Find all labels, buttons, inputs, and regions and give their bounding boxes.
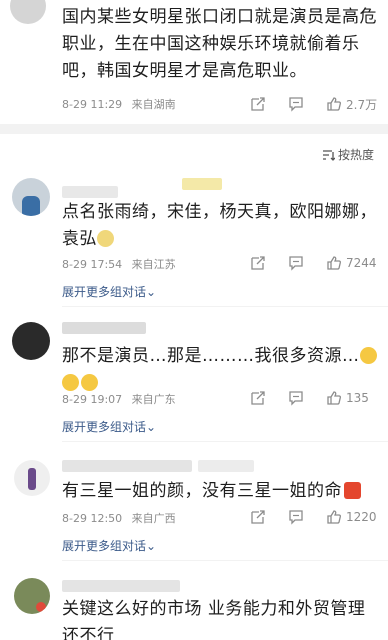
comment-avatar[interactable] bbox=[14, 460, 50, 496]
comment-divider bbox=[62, 560, 388, 561]
thumbs-up-icon bbox=[327, 391, 341, 405]
thumbs-up-icon bbox=[327, 510, 341, 524]
comment-username[interactable] bbox=[62, 460, 192, 472]
share-icon bbox=[251, 391, 265, 405]
comment-icon bbox=[289, 97, 303, 112]
expand-conversation-link[interactable]: 展开更多组对话⌄ bbox=[62, 283, 156, 300]
like-count: 2.7万 bbox=[346, 97, 378, 112]
like-button[interactable]: 135 bbox=[326, 389, 369, 407]
sort-by-heat-button[interactable]: 按热度 bbox=[322, 146, 374, 163]
comment-actions: 135 bbox=[0, 389, 388, 407]
sort-icon bbox=[323, 149, 335, 161]
section-divider bbox=[0, 124, 388, 134]
expand-conversation-link[interactable]: 展开更多组对话⌄ bbox=[62, 537, 156, 554]
comment-icon bbox=[289, 256, 303, 271]
comment-divider bbox=[62, 306, 388, 307]
comment-icon bbox=[289, 391, 303, 406]
post-avatar[interactable] bbox=[10, 0, 46, 24]
comment-button[interactable] bbox=[288, 389, 304, 407]
share-button[interactable] bbox=[250, 95, 266, 113]
comment-button[interactable] bbox=[288, 254, 304, 272]
comment-username-badge bbox=[182, 178, 222, 190]
thumbs-up-icon bbox=[327, 97, 341, 111]
comment-username[interactable] bbox=[62, 186, 118, 198]
comment-username-suffix bbox=[198, 460, 254, 472]
share-button[interactable] bbox=[250, 508, 266, 526]
comment-text: 关键这么好的市场 业务能力和外贸管理还不行 bbox=[62, 599, 366, 640]
sort-label: 按热度 bbox=[338, 148, 375, 162]
gift-emoji-icon bbox=[344, 482, 361, 499]
share-button[interactable] bbox=[250, 389, 266, 407]
like-button[interactable]: 7244 bbox=[326, 254, 377, 272]
like-button[interactable]: 2.7万 bbox=[326, 95, 377, 113]
expand-conversation-link[interactable]: 展开更多组对话⌄ bbox=[62, 418, 156, 435]
comment-actions: 1220 bbox=[0, 508, 388, 526]
comment-icon bbox=[289, 510, 303, 525]
laughing-emoji-icon bbox=[359, 347, 377, 364]
post-text: 国内某些女明星张口闭口就是演员是高危职业，生在中国这种娱乐环境就偷着乐吧，韩国女… bbox=[62, 7, 377, 81]
share-icon bbox=[251, 510, 265, 524]
comment-avatar[interactable] bbox=[14, 578, 50, 614]
chevron-down-icon: ⌄ bbox=[146, 539, 157, 553]
share-button[interactable] bbox=[250, 254, 266, 272]
thumbs-up-icon bbox=[327, 256, 341, 270]
comment-avatar[interactable] bbox=[12, 178, 50, 216]
comment-username[interactable] bbox=[62, 322, 146, 334]
emoji-icon bbox=[97, 230, 114, 247]
like-count: 7244 bbox=[346, 256, 377, 270]
chevron-down-icon: ⌄ bbox=[146, 285, 157, 299]
comment-button[interactable] bbox=[288, 508, 304, 526]
comment-button[interactable] bbox=[288, 95, 304, 113]
comment-text: 点名张雨绮，宋佳，杨天真，欧阳娜娜，袁弘 bbox=[62, 202, 377, 249]
comment-actions: 7244 bbox=[0, 254, 388, 272]
chevron-down-icon: ⌄ bbox=[146, 420, 157, 434]
share-icon bbox=[251, 256, 265, 270]
like-count: 135 bbox=[346, 391, 369, 405]
like-count: 1220 bbox=[346, 510, 377, 524]
comment-avatar[interactable] bbox=[12, 322, 50, 360]
share-icon bbox=[251, 97, 265, 111]
comment-username[interactable] bbox=[62, 580, 180, 592]
comment-text: 有三星一姐的颜，没有三星一姐的命 bbox=[62, 478, 380, 505]
like-button[interactable]: 1220 bbox=[326, 508, 377, 526]
comment-divider bbox=[62, 441, 388, 442]
post-actions: 2.7万 bbox=[0, 95, 388, 113]
